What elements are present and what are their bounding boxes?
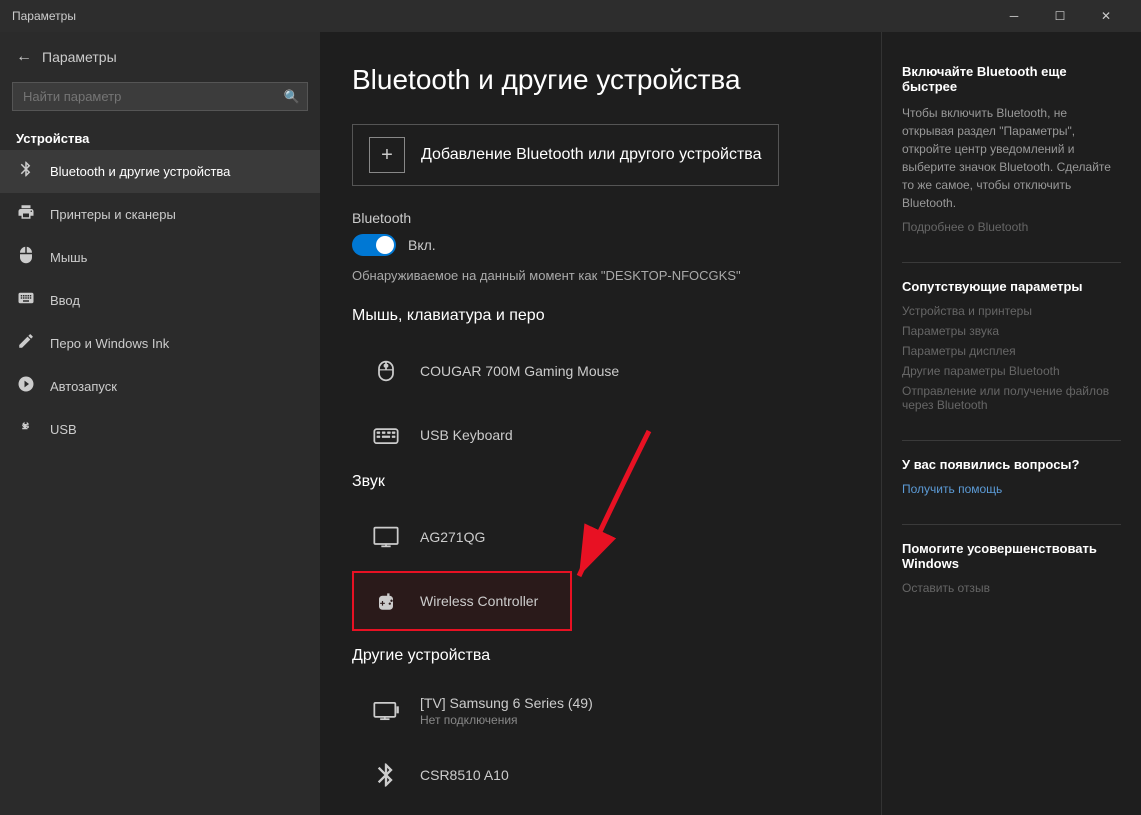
back-arrow-icon: ← bbox=[16, 48, 32, 66]
page-title: Bluetooth и другие устройства bbox=[352, 64, 849, 96]
bluetooth-device-icon-csr bbox=[368, 757, 404, 793]
mouse-device-icon bbox=[368, 353, 404, 389]
device-item-usb-keyboard[interactable]: USB Keyboard bbox=[352, 405, 849, 465]
device-name-wireless-controller: Wireless Controller bbox=[420, 593, 538, 609]
maximize-button[interactable]: ☐ bbox=[1037, 0, 1083, 32]
titlebar-title: Параметры bbox=[12, 9, 991, 23]
discoverable-text: Обнаруживаемое на данный момент как "DES… bbox=[352, 268, 849, 283]
improve-title: Помогите усовершенствовать Windows bbox=[902, 541, 1121, 571]
sidebar-item-label-usb: USB bbox=[50, 422, 77, 437]
autoplay-icon bbox=[16, 375, 36, 398]
related-link-1[interactable]: Параметры звука bbox=[902, 324, 1121, 338]
minimize-button[interactable]: ─ bbox=[991, 0, 1037, 32]
help-link[interactable]: Получить помощь bbox=[902, 482, 1121, 496]
divider-2 bbox=[902, 440, 1121, 441]
sidebar: ← Параметры 🔍 Устройства Bluetooth и дру… bbox=[0, 32, 320, 815]
titlebar: Параметры ─ ☐ ✕ bbox=[0, 0, 1141, 32]
mouse-icon bbox=[16, 246, 36, 269]
sidebar-item-bluetooth[interactable]: Bluetooth и другие устройства bbox=[0, 150, 320, 193]
device-name-samsung-tv: [TV] Samsung 6 Series (49) bbox=[420, 695, 593, 711]
device-item-gaming-mouse[interactable]: COUGAR 700M Gaming Mouse bbox=[352, 341, 849, 401]
bluetooth-toggle[interactable] bbox=[352, 234, 396, 256]
related-link-3[interactable]: Другие параметры Bluetooth bbox=[902, 364, 1121, 378]
add-device-label: Добавление Bluetooth или другого устройс… bbox=[421, 146, 762, 164]
sidebar-item-input[interactable]: Ввод bbox=[0, 279, 320, 322]
content-area: Bluetooth и другие устройства + Добавлен… bbox=[320, 32, 1141, 815]
sidebar-item-autoplay[interactable]: Автозапуск bbox=[0, 365, 320, 408]
device-name-csr8510: CSR8510 A10 bbox=[420, 767, 509, 783]
sidebar-item-label-input: Ввод bbox=[50, 293, 80, 308]
related-link-2[interactable]: Параметры дисплея bbox=[902, 344, 1121, 358]
related-link-4[interactable]: Отправление или получение файлов через B… bbox=[902, 384, 1121, 412]
device-info-samsung-tv: [TV] Samsung 6 Series (49) Нет подключен… bbox=[420, 695, 593, 727]
bluetooth-section: Bluetooth Вкл. Обнаруживаемое на данный … bbox=[352, 210, 849, 283]
divider-3 bbox=[902, 524, 1121, 525]
sidebar-item-usb[interactable]: USB bbox=[0, 408, 320, 451]
search-container: 🔍 bbox=[12, 82, 308, 111]
titlebar-controls: ─ ☐ ✕ bbox=[991, 0, 1129, 32]
bluetooth-label: Bluetooth bbox=[352, 210, 849, 226]
keyboard-device-icon bbox=[368, 417, 404, 453]
device-item-monitor[interactable]: AG271QG bbox=[352, 507, 849, 567]
improve-section: Помогите усовершенствовать Windows Остав… bbox=[902, 541, 1121, 595]
search-input[interactable] bbox=[12, 82, 308, 111]
sidebar-item-pen[interactable]: Перо и Windows Ink bbox=[0, 322, 320, 365]
printer-icon bbox=[16, 203, 36, 226]
device-item-wireless-controller[interactable]: Wireless Controller bbox=[352, 571, 572, 631]
help-title: У вас появились вопросы? bbox=[902, 457, 1121, 472]
sidebar-back-label: Параметры bbox=[42, 49, 117, 65]
sidebar-item-label-pen: Перо и Windows Ink bbox=[50, 336, 169, 351]
close-button[interactable]: ✕ bbox=[1083, 0, 1129, 32]
device-item-samsung-tv[interactable]: [TV] Samsung 6 Series (49) Нет подключен… bbox=[352, 681, 849, 741]
section-title-mouse-keyboard: Мышь, клавиатура и перо bbox=[352, 307, 849, 325]
sidebar-item-label-bluetooth: Bluetooth и другие устройства bbox=[50, 164, 230, 179]
tip-desc: Чтобы включить Bluetooth, не открывая ра… bbox=[902, 104, 1121, 212]
section-title-audio: Звук bbox=[352, 473, 849, 491]
back-button[interactable]: ← Параметры bbox=[0, 40, 320, 74]
tip-section: Включайте Bluetooth еще быстрее Чтобы вк… bbox=[902, 64, 1121, 234]
section-title-other: Другие устройства bbox=[352, 647, 849, 665]
related-title: Сопутствующие параметры bbox=[902, 279, 1121, 294]
related-section: Сопутствующие параметры Устройства и при… bbox=[902, 279, 1121, 412]
tv-device-icon bbox=[368, 693, 404, 729]
sidebar-item-mouse[interactable]: Мышь bbox=[0, 236, 320, 279]
device-item-csr8510[interactable]: CSR8510 A10 bbox=[352, 745, 849, 805]
tip-title: Включайте Bluetooth еще быстрее bbox=[902, 64, 1121, 94]
app-layout: ← Параметры 🔍 Устройства Bluetooth и дру… bbox=[0, 32, 1141, 815]
toggle-knob bbox=[376, 236, 394, 254]
sidebar-item-printers[interactable]: Принтеры и сканеры bbox=[0, 193, 320, 236]
keyboard-icon bbox=[16, 289, 36, 312]
improve-link[interactable]: Оставить отзыв bbox=[902, 581, 1121, 595]
toggle-value: Вкл. bbox=[408, 237, 436, 253]
bluetooth-icon bbox=[16, 160, 36, 183]
sidebar-item-label-autoplay: Автозапуск bbox=[50, 379, 117, 394]
search-icon: 🔍 bbox=[284, 89, 300, 105]
device-name-ag271qg: AG271QG bbox=[420, 529, 485, 545]
tip-link[interactable]: Подробнее о Bluetooth bbox=[902, 220, 1121, 234]
divider-1 bbox=[902, 262, 1121, 263]
monitor-device-icon bbox=[368, 519, 404, 555]
content-main: Bluetooth и другие устройства + Добавлен… bbox=[320, 32, 881, 815]
add-device-plus-icon: + bbox=[369, 137, 405, 173]
right-panel: Включайте Bluetooth еще быстрее Чтобы вк… bbox=[881, 32, 1141, 815]
add-device-button[interactable]: + Добавление Bluetooth или другого устро… bbox=[352, 124, 779, 186]
sidebar-item-label-mouse: Мышь bbox=[50, 250, 87, 265]
device-name-gaming-mouse: COUGAR 700M Gaming Mouse bbox=[420, 363, 619, 379]
sidebar-section-title: Устройства bbox=[0, 123, 320, 150]
usb-icon bbox=[16, 418, 36, 441]
device-name-usb-keyboard: USB Keyboard bbox=[420, 427, 513, 443]
sidebar-item-label-printers: Принтеры и сканеры bbox=[50, 207, 176, 222]
device-subtext-samsung-tv: Нет подключения bbox=[420, 713, 593, 727]
pen-icon bbox=[16, 332, 36, 355]
help-section: У вас появились вопросы? Получить помощь bbox=[902, 457, 1121, 496]
related-link-0[interactable]: Устройства и принтеры bbox=[902, 304, 1121, 318]
bluetooth-toggle-row: Вкл. bbox=[352, 234, 849, 256]
gamepad-device-icon bbox=[368, 583, 404, 619]
